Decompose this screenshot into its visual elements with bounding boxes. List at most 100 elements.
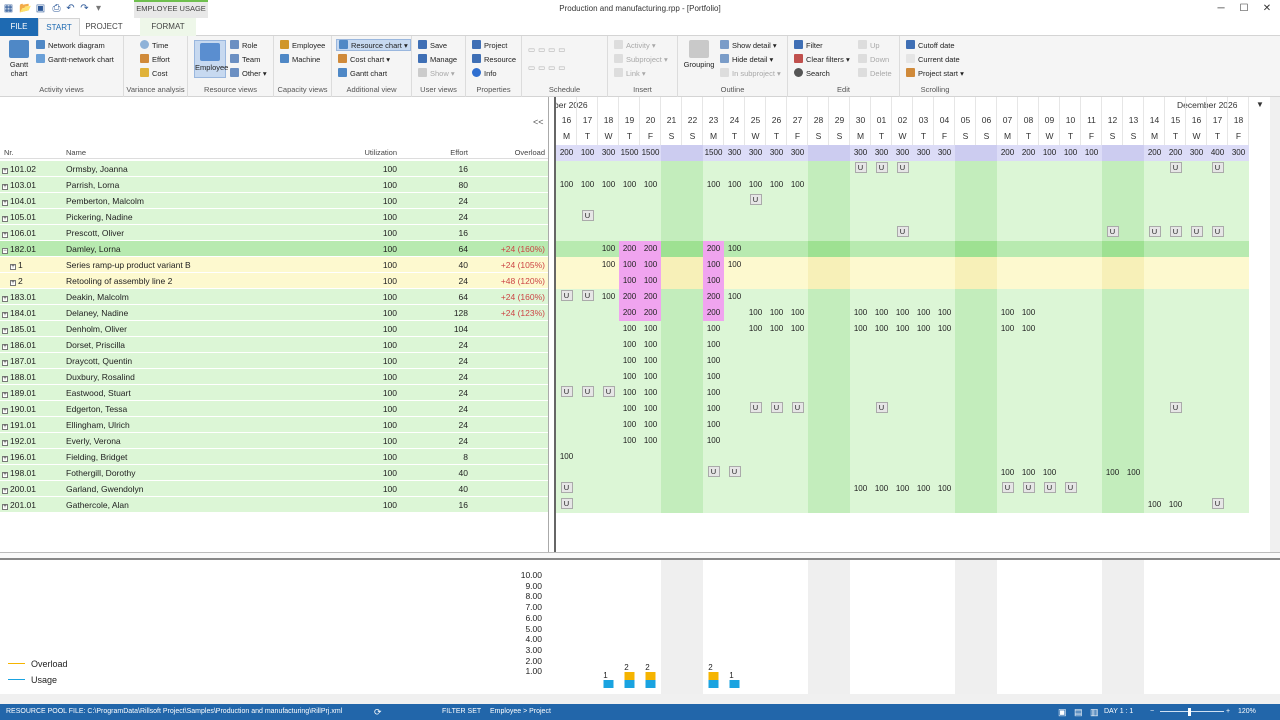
usage-cell[interactable] <box>598 401 619 417</box>
usage-cell[interactable] <box>1018 401 1039 417</box>
usage-cell[interactable] <box>913 225 934 241</box>
usage-cell[interactable] <box>745 449 766 465</box>
usage-cell[interactable] <box>1144 177 1165 193</box>
usage-cell[interactable] <box>1081 353 1102 369</box>
usage-cell[interactable] <box>1207 193 1228 209</box>
usage-cell[interactable] <box>808 321 829 337</box>
expand-icon[interactable]: + <box>2 472 8 478</box>
usage-cell[interactable]: 100 <box>640 257 661 273</box>
usage-cell[interactable] <box>598 449 619 465</box>
usage-cell[interactable]: 100 <box>598 177 619 193</box>
usage-cell[interactable] <box>1060 305 1081 321</box>
usage-cell[interactable] <box>1186 449 1207 465</box>
usage-cell[interactable] <box>598 209 619 225</box>
usage-cell[interactable] <box>871 497 892 513</box>
usage-cell[interactable]: U <box>1018 481 1039 497</box>
cost-chart-button[interactable]: Cost chart ▾ <box>338 54 390 66</box>
usage-cell[interactable] <box>787 241 808 257</box>
usage-cell[interactable] <box>1039 193 1060 209</box>
usage-cell[interactable] <box>976 401 997 417</box>
usage-cell[interactable] <box>1102 273 1123 289</box>
usage-cell[interactable]: 100 <box>619 401 640 417</box>
usage-cell[interactable] <box>829 241 850 257</box>
usage-cell[interactable] <box>1081 209 1102 225</box>
usage-cell[interactable] <box>577 305 598 321</box>
usage-cell[interactable] <box>871 337 892 353</box>
usage-cell[interactable] <box>1207 433 1228 449</box>
usage-cell[interactable] <box>1039 321 1060 337</box>
usage-cell[interactable]: 100 <box>745 177 766 193</box>
usage-cell[interactable] <box>598 465 619 481</box>
usage-cell[interactable] <box>766 465 787 481</box>
usage-cell[interactable] <box>598 433 619 449</box>
usage-cell[interactable] <box>1081 321 1102 337</box>
usage-cell[interactable] <box>1186 417 1207 433</box>
usage-cell[interactable]: U <box>997 481 1018 497</box>
usage-cell[interactable] <box>1207 337 1228 353</box>
usage-cell[interactable] <box>682 385 703 401</box>
usage-cell[interactable] <box>934 273 955 289</box>
usage-cell[interactable] <box>808 497 829 513</box>
vertical-scrollbar[interactable] <box>1270 97 1280 552</box>
usage-cell[interactable] <box>577 465 598 481</box>
usage-cell[interactable] <box>682 353 703 369</box>
usage-cell[interactable] <box>871 433 892 449</box>
usage-cell[interactable] <box>1123 289 1144 305</box>
usage-cell[interactable]: 100 <box>703 337 724 353</box>
usage-cell[interactable] <box>913 257 934 273</box>
usage-cell[interactable] <box>598 305 619 321</box>
usage-cell[interactable] <box>1018 337 1039 353</box>
usage-cell[interactable] <box>1081 289 1102 305</box>
usage-cell[interactable]: U <box>577 385 598 401</box>
usage-cell[interactable] <box>1228 417 1249 433</box>
usage-cell[interactable] <box>1102 177 1123 193</box>
usage-cell[interactable] <box>661 257 682 273</box>
usage-cell[interactable] <box>577 417 598 433</box>
usage-cell[interactable]: 100 <box>850 321 871 337</box>
usage-cell[interactable] <box>556 353 577 369</box>
usage-cell[interactable]: 100 <box>850 305 871 321</box>
network-diagram-button[interactable]: Network diagram <box>36 40 105 52</box>
usage-cell[interactable] <box>829 353 850 369</box>
usage-cell[interactable] <box>1165 369 1186 385</box>
usage-cell[interactable] <box>556 241 577 257</box>
usage-cell[interactable] <box>1228 177 1249 193</box>
usage-cell[interactable] <box>745 225 766 241</box>
usage-cell[interactable]: 100 <box>934 305 955 321</box>
usage-cell[interactable] <box>556 305 577 321</box>
usage-cell[interactable] <box>661 193 682 209</box>
usage-cell[interactable] <box>745 241 766 257</box>
usage-cell[interactable] <box>955 433 976 449</box>
usage-cell[interactable] <box>829 465 850 481</box>
table-row[interactable]: +2 Retooling of assembly line 2 100 24 +48 (… <box>0 273 548 289</box>
usage-cell[interactable] <box>745 209 766 225</box>
header-overload[interactable]: Overload <box>478 148 545 157</box>
filter-set-value[interactable]: Employee > Project <box>490 704 551 720</box>
usage-cell[interactable]: U <box>1207 225 1228 241</box>
table-row[interactable]: +188.01 Duxbury, Rosalind 100 24 <box>0 369 548 385</box>
usage-cell[interactable] <box>1165 257 1186 273</box>
usage-cell[interactable] <box>556 161 577 177</box>
usage-cell[interactable]: 100 <box>1018 465 1039 481</box>
usage-cell[interactable] <box>1165 177 1186 193</box>
usage-cell[interactable] <box>724 305 745 321</box>
usage-cell[interactable]: 100 <box>703 177 724 193</box>
usage-cell[interactable] <box>682 193 703 209</box>
usage-cell[interactable] <box>934 209 955 225</box>
usage-cell[interactable] <box>1081 305 1102 321</box>
expand-icon[interactable]: + <box>2 440 8 446</box>
employee-view-button[interactable]: Employee <box>194 40 228 78</box>
usage-cell[interactable] <box>934 257 955 273</box>
usage-cell[interactable] <box>1123 241 1144 257</box>
usage-cell[interactable] <box>1081 257 1102 273</box>
usage-cell[interactable] <box>745 257 766 273</box>
expand-icon[interactable]: + <box>2 488 8 494</box>
usage-cell[interactable] <box>955 257 976 273</box>
usage-cell[interactable] <box>1165 209 1186 225</box>
maximize-button[interactable]: ☐ <box>1237 2 1251 16</box>
usage-cell[interactable]: 100 <box>850 481 871 497</box>
usage-cell[interactable] <box>1060 289 1081 305</box>
usage-cell[interactable] <box>787 497 808 513</box>
usage-cell[interactable]: U <box>1165 401 1186 417</box>
usage-cell[interactable] <box>1165 385 1186 401</box>
